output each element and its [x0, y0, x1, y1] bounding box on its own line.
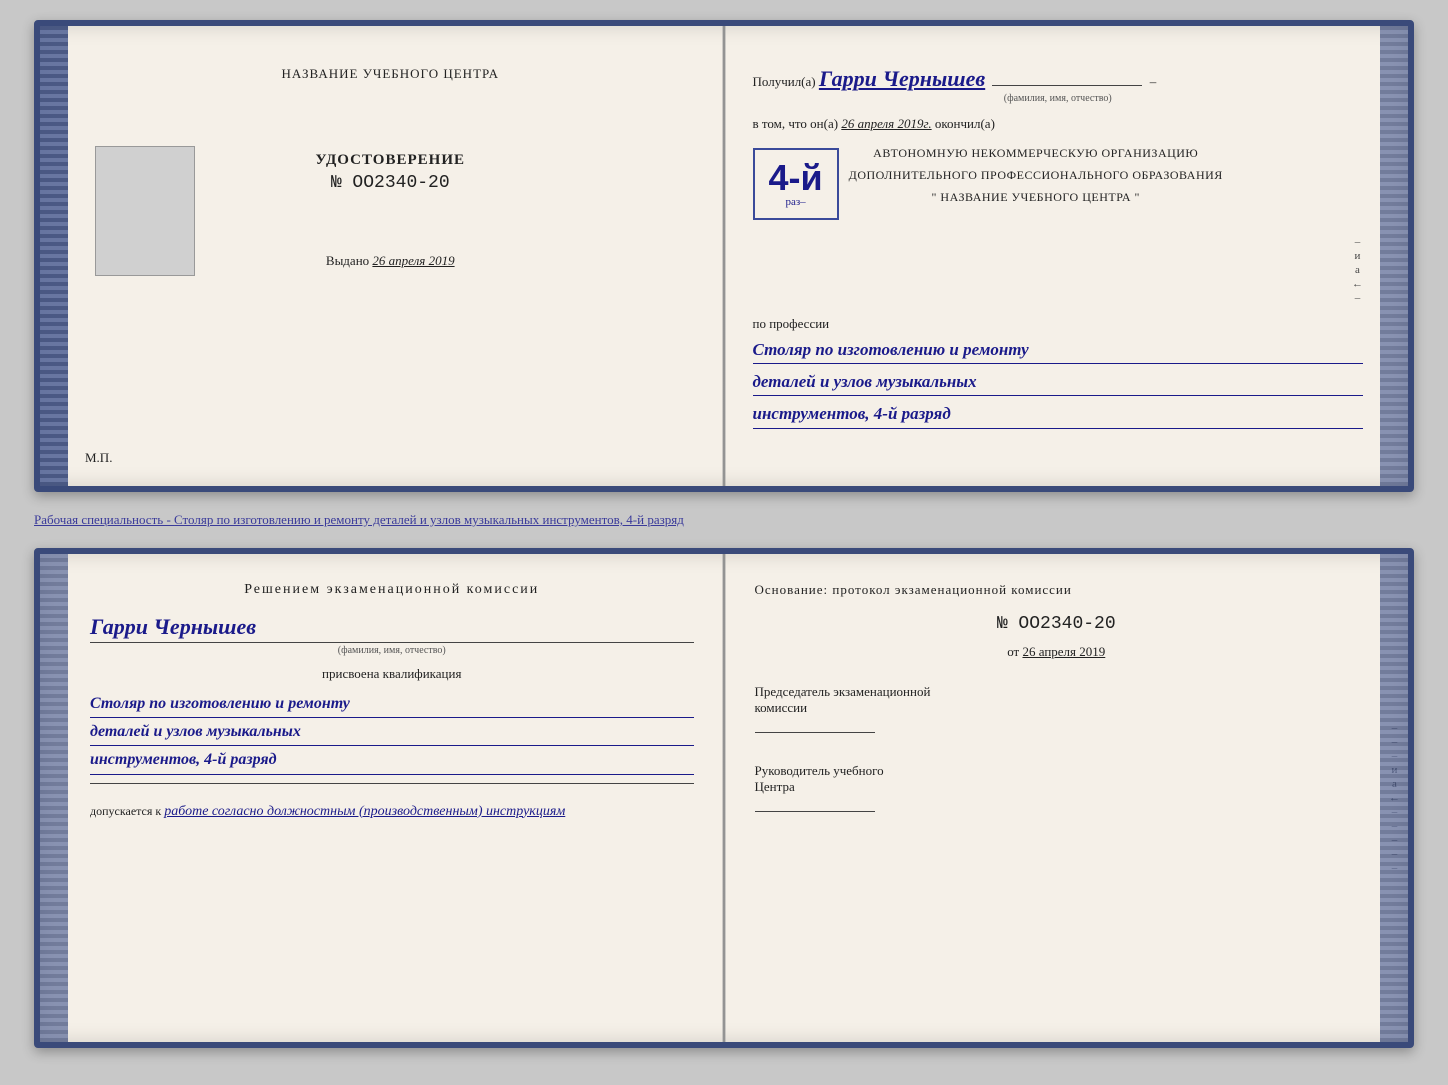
osnovanie-title: Основание: протокол экзаменационной коми…	[755, 582, 1359, 598]
center-name-header: НАЗВАНИЕ УЧЕБНОГО ЦЕНТРА	[282, 66, 499, 82]
bottom-left-page: Решением экзаменационной комиссии Гарри …	[40, 554, 725, 1042]
predsedatel-line2: комиссии	[755, 700, 1359, 716]
side-i: и	[1355, 250, 1361, 262]
udostoverenie-title: УДОСТОВЕРЕНИЕ	[316, 152, 466, 169]
dash: –	[1150, 74, 1157, 89]
bottom-recipient-name: Гарри Чернышев	[90, 614, 694, 643]
side-dash2: –	[1355, 292, 1361, 304]
predsedatel-block: Председатель экзаменационной комиссии	[755, 684, 1359, 733]
vydano-label: Выдано	[326, 253, 369, 268]
description-bar: Рабочая специальность - Столяр по изгото…	[34, 508, 1414, 532]
rank-number: 4-й	[769, 160, 823, 196]
bottom-number: № OO2340-20	[755, 614, 1359, 634]
qual-block: Столяр по изготовлению и ремонту деталей…	[90, 690, 694, 775]
rukovoditel-line1: Руководитель учебного	[755, 763, 1359, 779]
right-side-markers: – и а ← –	[753, 236, 1364, 304]
predsedatel-line1: Председатель экзаменационной	[755, 684, 1359, 700]
stamp-area: 4-й раз– АВТОНОМНУЮ НЕКОММЕРЧЕСКУЮ ОРГАН…	[753, 140, 1364, 228]
okonchil-label: окончил(а)	[935, 116, 995, 132]
org-line1: АВТОНОМНУЮ НЕКОММЕРЧЕСКУЮ ОРГАНИЗАЦИЮ	[849, 144, 1223, 162]
side-dash: –	[1355, 236, 1361, 248]
bottom-right-binding-strip	[1380, 554, 1408, 1042]
name-underline	[992, 85, 1142, 86]
poluchil-label: Получил(а)	[753, 74, 816, 89]
predsedatel-sig-line	[755, 732, 875, 733]
ot-date-value: 26 апреля 2019	[1022, 644, 1105, 659]
po-professii-label: по профессии	[753, 316, 1364, 332]
rank-stamp: 4-й раз–	[753, 148, 839, 220]
rukovoditel-sig-line	[755, 811, 875, 812]
photo-placeholder	[95, 146, 195, 276]
separator-line	[90, 783, 694, 784]
qual-line3: инструментов, 4-й разряд	[90, 746, 694, 774]
vtom-date: 26 апреля 2019г.	[841, 116, 931, 131]
prisvoena-label: присвоена квалификация	[90, 666, 694, 682]
dopusk-text: работе согласно должностным (производств…	[164, 804, 565, 819]
dopuskaetsya-label: допускается к	[90, 804, 161, 818]
org-block: АВТОНОМНУЮ НЕКОММЕРЧЕСКУЮ ОРГАНИЗАЦИЮ ДО…	[849, 140, 1223, 210]
description-prefix: Рабочая специальность -	[34, 512, 174, 527]
fio-sub-top: (фамилия, имя, отчество)	[753, 93, 1364, 104]
side-letter-group: – и а ← –	[1352, 236, 1363, 304]
side-a: а	[1355, 264, 1360, 276]
ot-label: от	[1007, 644, 1019, 659]
bottom-right-page: Основание: протокол экзаменационной коми…	[725, 554, 1409, 1042]
bottom-name-block: Гарри Чернышев (фамилия, имя, отчество)	[90, 614, 694, 656]
vydano-date: 26 апреля 2019	[372, 253, 454, 268]
top-document-spread: НАЗВАНИЕ УЧЕБНОГО ЦЕНТРА УДОСТОВЕРЕНИЕ №…	[34, 20, 1414, 492]
qual-line2: деталей и узлов музыкальных	[90, 718, 694, 746]
dopuskaetsya-block: допускается к работе согласно должностны…	[90, 804, 694, 820]
poluchil-line: Получил(а) Гарри Чернышев – (фамилия, им…	[753, 66, 1364, 104]
profession-line3: инструментов, 4-й разряд	[753, 400, 1364, 428]
top-left-page: НАЗВАНИЕ УЧЕБНОГО ЦЕНТРА УДОСТОВЕРЕНИЕ №…	[40, 26, 725, 486]
resheniem-title: Решением экзаменационной комиссии	[90, 582, 694, 598]
profession-line2: деталей и узлов музыкальных	[753, 368, 1364, 396]
vtom-label: в том, что он(а)	[753, 116, 839, 131]
qual-line1: Столяр по изготовлению и ремонту	[90, 690, 694, 718]
bottom-fio-sub: (фамилия, имя, отчество)	[90, 645, 694, 656]
org-line2: ДОПОЛНИТЕЛЬНОГО ПРОФЕССИОНАЛЬНОГО ОБРАЗО…	[849, 166, 1223, 184]
profession-block: Столяр по изготовлению и ремонту деталей…	[753, 336, 1364, 429]
ot-date-block: от 26 апреля 2019	[755, 644, 1359, 660]
recipient-name: Гарри Чернышев	[819, 67, 985, 93]
vtom-line: в том, что он(а) 26 апреля 2019г. окончи…	[753, 116, 1364, 132]
profession-line1: Столяр по изготовлению и ремонту	[753, 336, 1364, 364]
rukovoditel-block: Руководитель учебного Центра	[755, 763, 1359, 812]
side-arrow: ←	[1352, 278, 1363, 290]
mp-line: М.П.	[85, 450, 112, 466]
description-value: Столяр по изготовлению и ремонту деталей…	[174, 512, 684, 527]
udostoverenie-number: № OO2340-20	[316, 173, 466, 193]
right-binding-strip	[1380, 26, 1408, 486]
rukovoditel-line2: Центра	[755, 779, 1359, 795]
bottom-document-spread: Решением экзаменационной комиссии Гарри …	[34, 548, 1414, 1048]
udostoverenie-block: УДОСТОВЕРЕНИЕ № OO2340-20	[316, 152, 466, 193]
mp-text: М.П.	[85, 450, 112, 465]
org-line3: " НАЗВАНИЕ УЧЕБНОГО ЦЕНТРА "	[849, 188, 1223, 206]
top-right-page: Получил(а) Гарри Чернышев – (фамилия, им…	[725, 26, 1409, 486]
vydano-line: Выдано 26 апреля 2019	[326, 253, 455, 269]
